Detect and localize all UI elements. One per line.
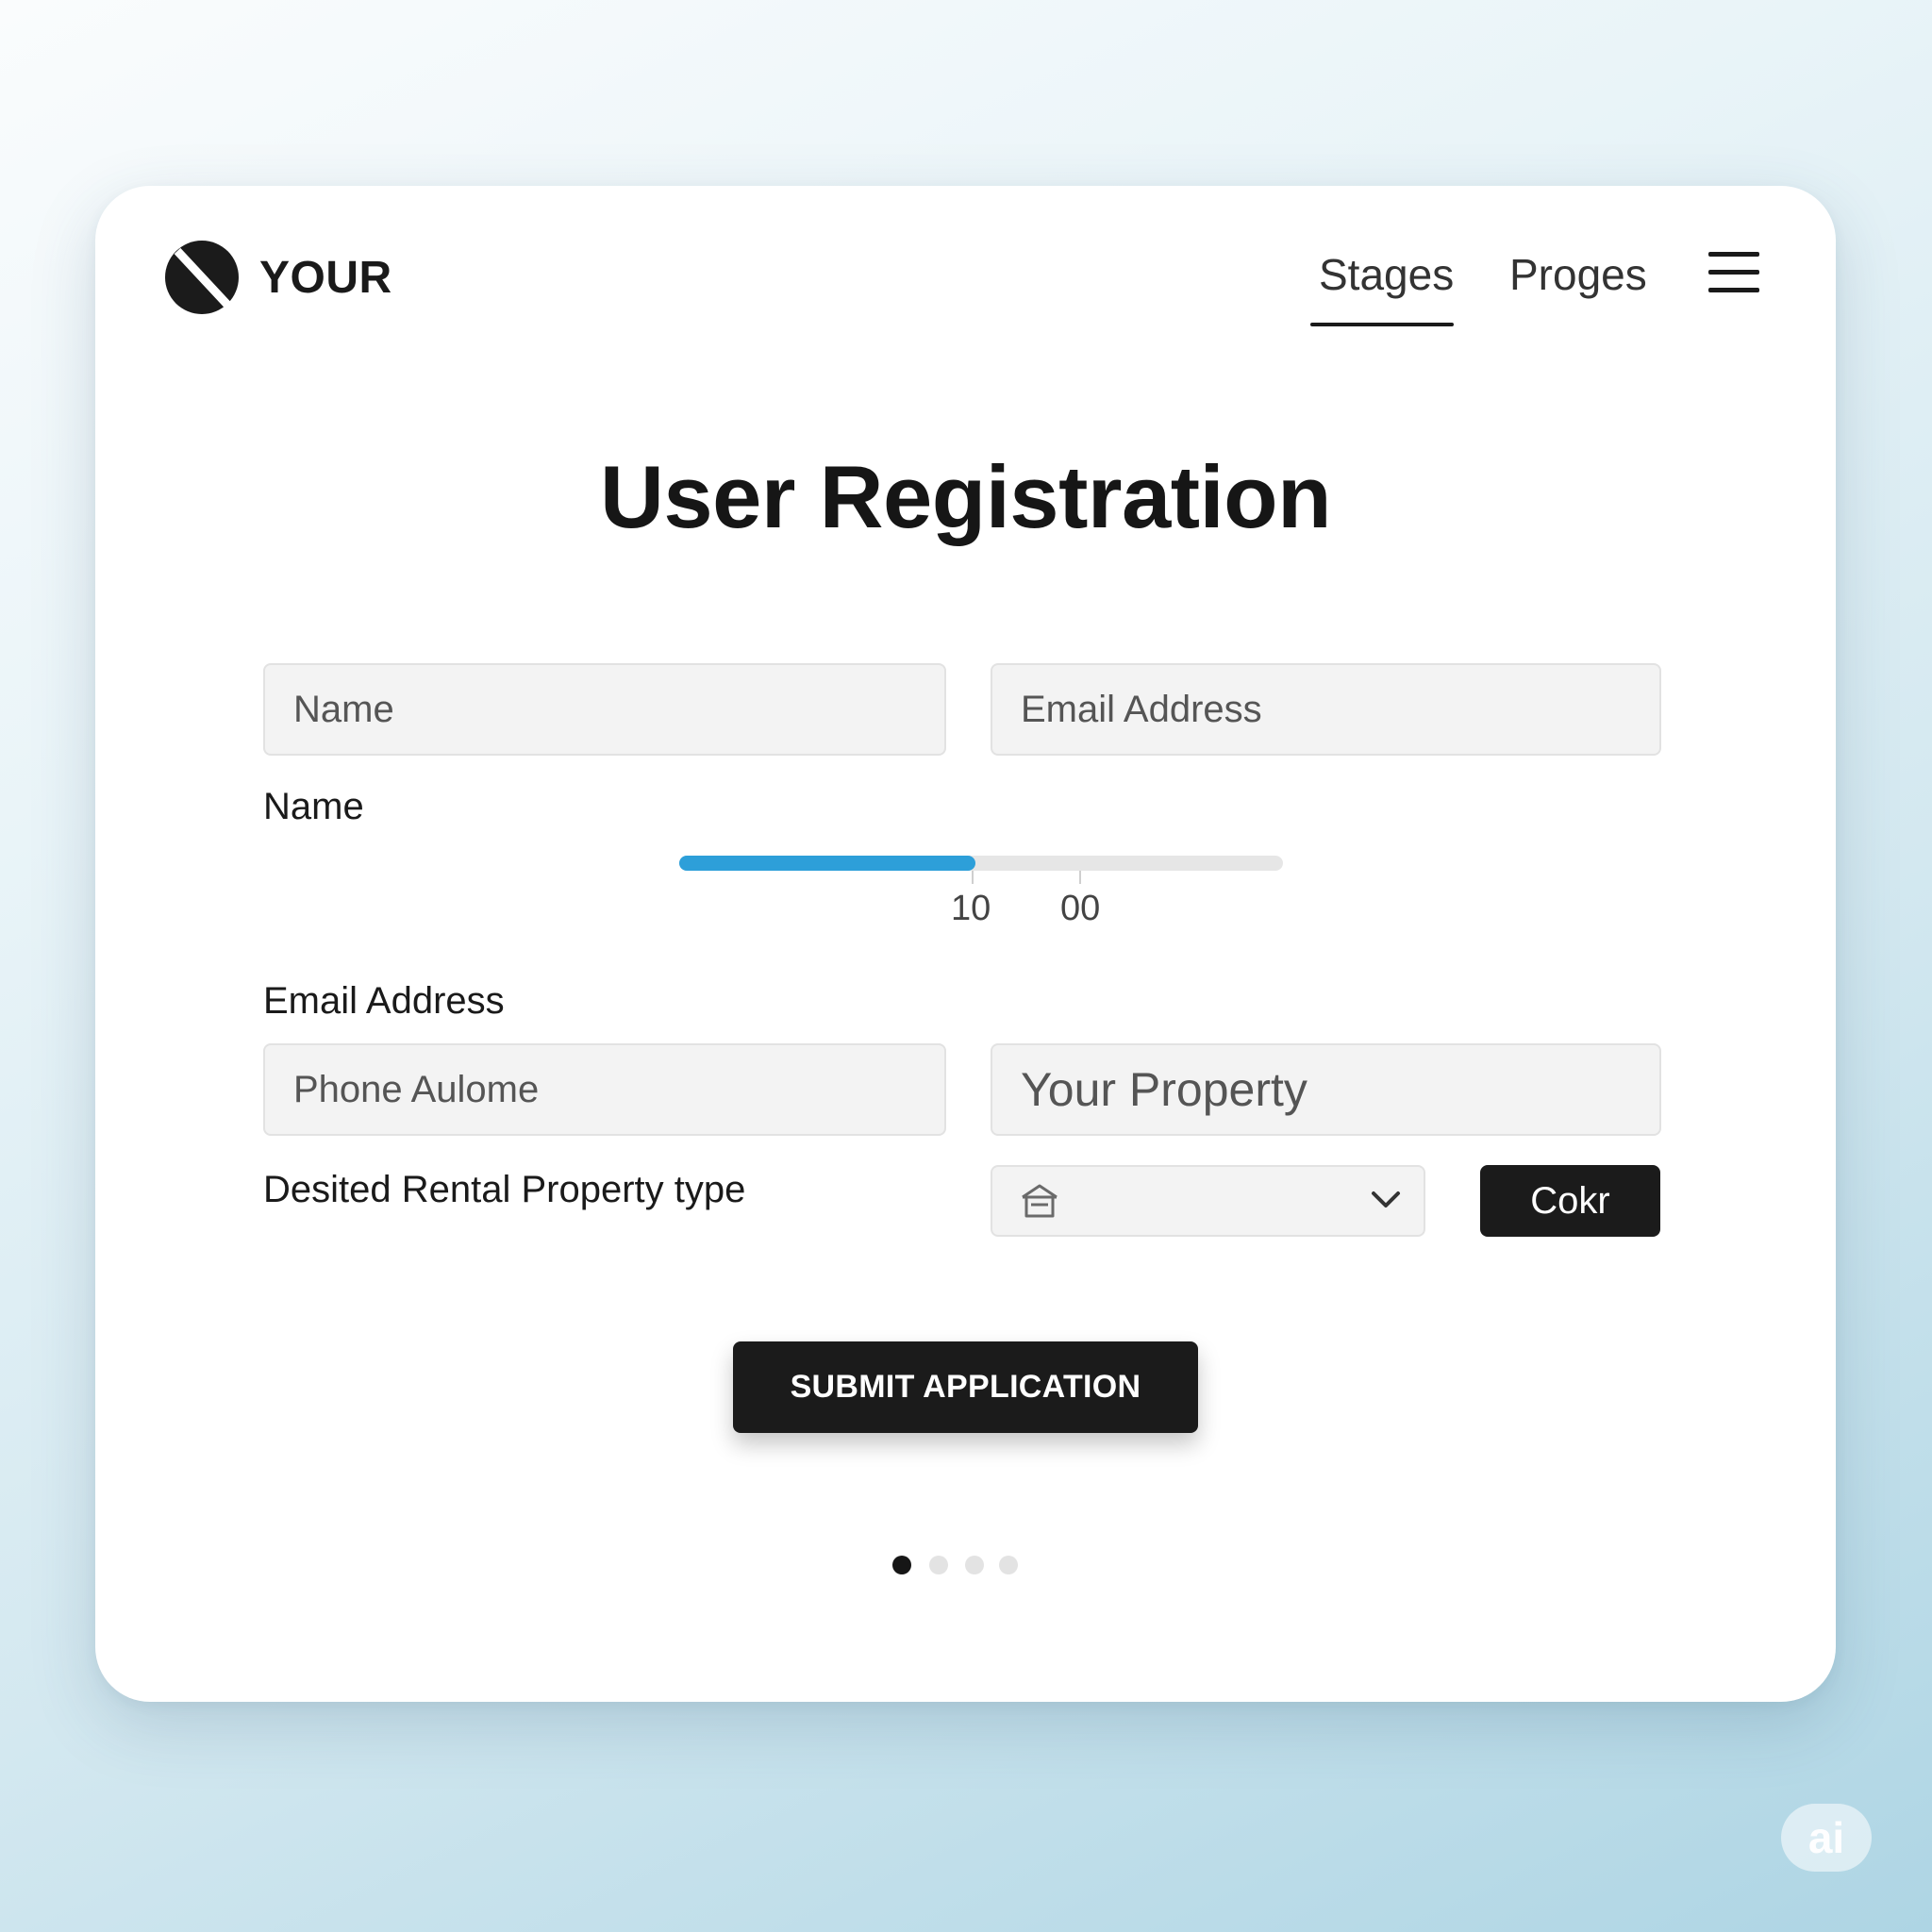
house-icon [1022,1184,1058,1218]
registration-card: YOUR Stages Proges User Registration Nam… [95,186,1836,1702]
name-label: Name [263,786,364,827]
name-input[interactable] [263,663,946,756]
email-address-label: Email Address [263,980,505,1022]
slider-tick-label: 10 [951,889,991,928]
email-input[interactable] [991,663,1661,756]
cokr-button[interactable]: Cokr [1480,1165,1660,1237]
logo-icon [165,241,239,314]
brand-name: YOUR [259,253,392,303]
slider-tick-label: 00 [1060,889,1101,928]
ai-watermark: ai [1781,1804,1872,1872]
nav-tab-proges[interactable]: Proges [1509,248,1647,301]
pagination-dot-4[interactable] [999,1556,1018,1574]
chevron-down-icon [1372,1191,1400,1208]
hamburger-menu-icon[interactable] [1708,252,1761,293]
slider-fill [679,856,975,871]
slider-tick [1079,871,1081,884]
rental-type-select[interactable] [991,1165,1425,1237]
phone-input[interactable] [263,1043,946,1136]
rental-type-label: Desited Rental Property type [263,1169,746,1210]
pagination-dot-3[interactable] [965,1556,984,1574]
nav-tab-stages[interactable]: Stages [1319,248,1454,301]
pagination-dot-2[interactable] [929,1556,948,1574]
active-tab-indicator [1310,323,1454,326]
pagination-dot-1[interactable] [892,1556,911,1574]
submit-application-button[interactable]: SUBMIT APPLICATION [733,1341,1198,1433]
slider-tick [972,871,974,884]
progress-slider[interactable] [679,856,1283,884]
property-input[interactable] [991,1043,1661,1136]
page-title: User Registration [599,447,1332,546]
